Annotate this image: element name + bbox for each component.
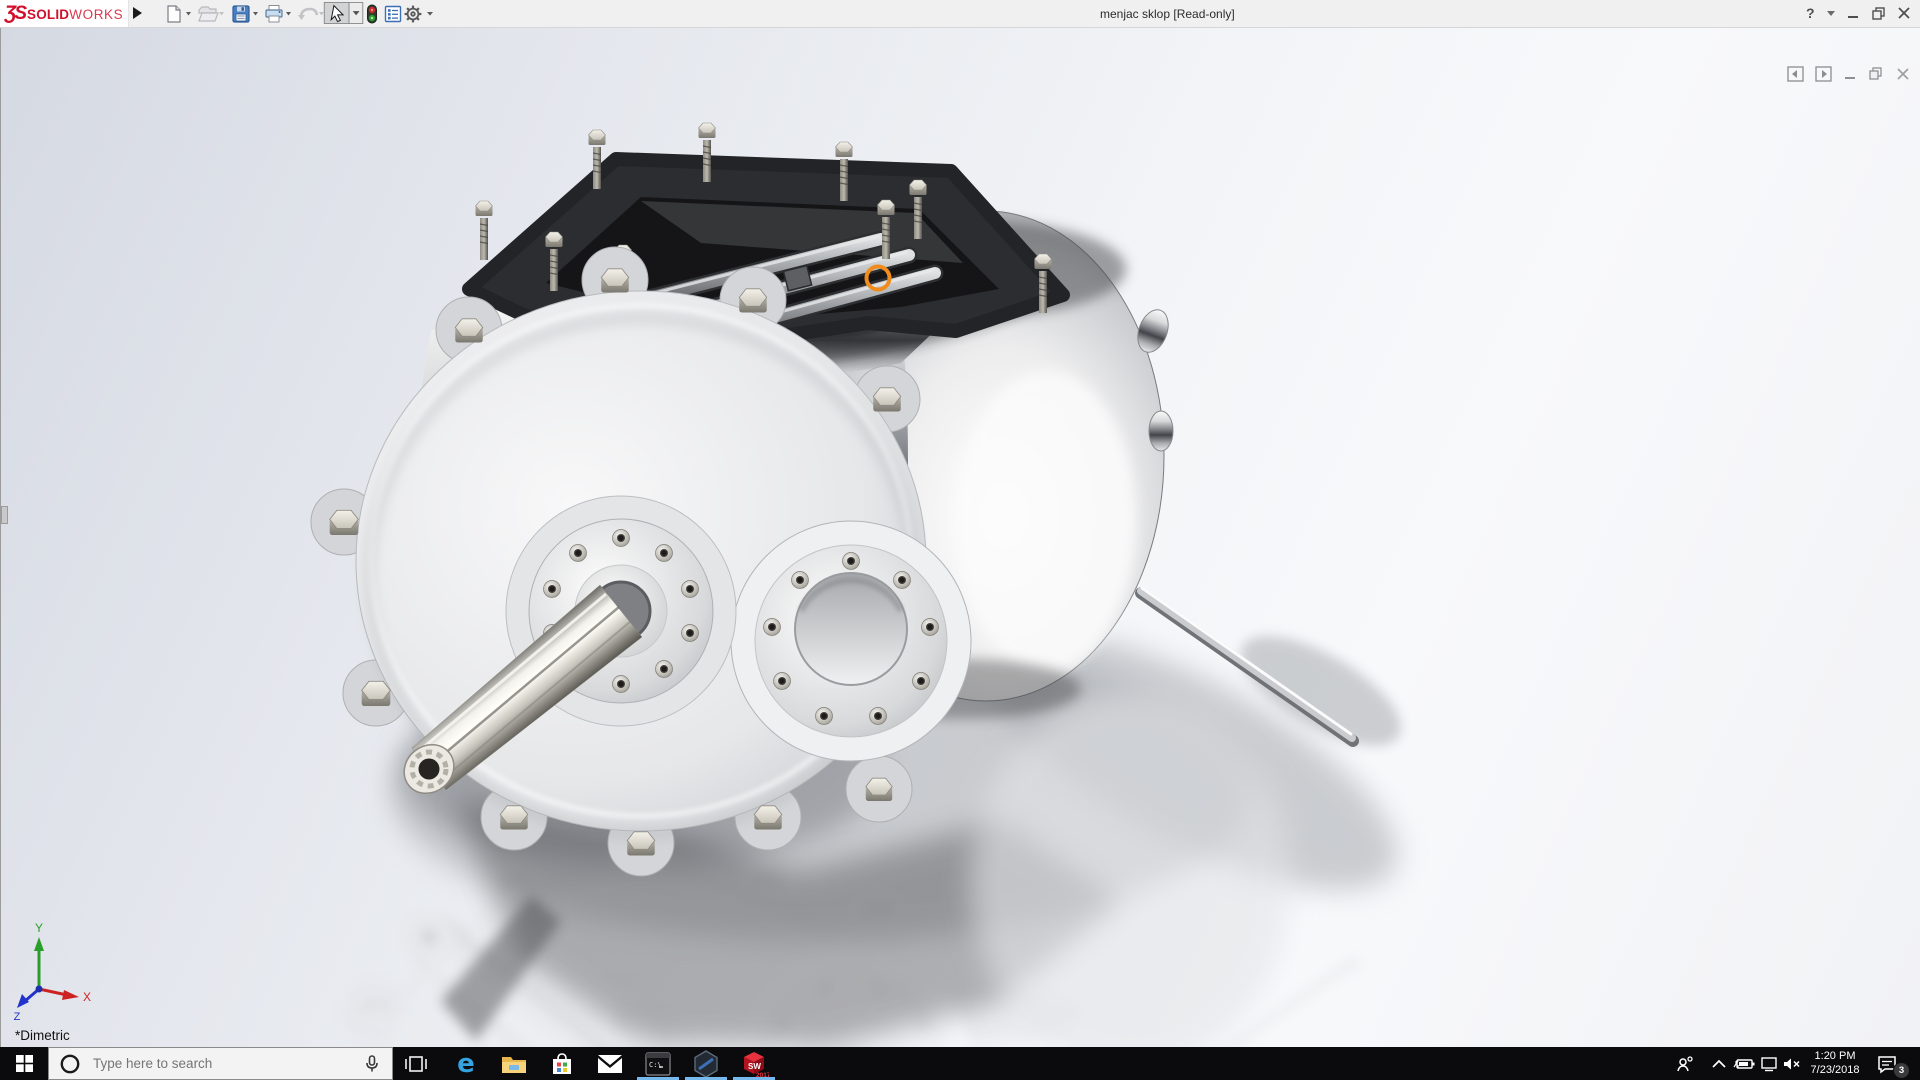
undo-icon (298, 7, 324, 20)
volume-muted-icon (1784, 1058, 1800, 1069)
taskbar-file-explorer[interactable] (490, 1047, 538, 1080)
taskbar-edge[interactable]: e (442, 1047, 490, 1080)
close-icon[interactable] (1896, 4, 1912, 22)
taskbar-command-prompt[interactable]: C:\ (634, 1047, 682, 1080)
notification-count-badge[interactable]: 3 (1893, 1062, 1910, 1079)
people-button[interactable] (1672, 1047, 1698, 1080)
properties-list-icon[interactable] (382, 3, 404, 25)
help-dropdown-icon[interactable] (1826, 9, 1836, 17)
select-cursor-icon[interactable] (322, 2, 366, 24)
taskbar-solidworks[interactable]: SW 2017 (730, 1047, 778, 1080)
view-orientation-label: *Dimetric (15, 1028, 70, 1043)
search-input[interactable] (91, 1055, 345, 1072)
open-icon (198, 6, 224, 22)
windows-taskbar: e (0, 1047, 1920, 1080)
view-stoplight-icon[interactable] (361, 3, 383, 25)
triad-x-label: X (83, 990, 91, 1004)
cortana-icon[interactable] (59, 1053, 81, 1075)
triad-y-label: Y (35, 921, 43, 935)
command-prompt-icon: C:\ (645, 1051, 671, 1076)
taskbar-hexagon-app[interactable] (682, 1047, 730, 1080)
tray-date: 7/23/2018 (1810, 1063, 1860, 1076)
title-bar: ƷS SOLIDWORKS menjac sklop [Read-only] ? (0, 0, 1920, 28)
brand-works: WORKS (69, 6, 124, 22)
windows-logo-icon (15, 1055, 33, 1072)
mail-icon (598, 1054, 622, 1073)
store-icon (553, 1052, 571, 1074)
solidworks-2017-icon: SW 2017 (744, 1051, 769, 1079)
start-button[interactable] (0, 1047, 48, 1080)
options-gear-icon[interactable] (402, 3, 436, 25)
edge-icon: e (457, 1050, 475, 1078)
tray-overflow-button[interactable] (1706, 1047, 1732, 1080)
hexagon-app-icon (694, 1049, 718, 1078)
tray-clock[interactable]: 1:20 PM 7/23/2018 (1800, 1050, 1870, 1077)
print-icon[interactable] (262, 3, 292, 25)
help-icon[interactable]: ? (1806, 5, 1815, 21)
svg-text:SW: SW (748, 1062, 761, 1071)
solidworks-logo: ƷS SOLIDWORKS (0, 0, 129, 27)
taskbar-mail[interactable] (586, 1047, 634, 1080)
tray-time: 1:20 PM (1814, 1050, 1856, 1062)
taskbar-store[interactable] (538, 1047, 586, 1080)
file-explorer-icon (502, 1056, 526, 1073)
network-icon (1761, 1056, 1777, 1071)
task-view-button[interactable] (392, 1047, 440, 1080)
battery-button[interactable] (1731, 1047, 1757, 1080)
orientation-triad: Y X Z (14, 921, 91, 1023)
svg-text:e: e (457, 1050, 475, 1078)
svg-text:C:\: C:\ (649, 1061, 662, 1069)
brand-solid: SOLID (27, 6, 70, 22)
taskbar-search[interactable] (48, 1047, 393, 1080)
gearbox-3d-model[interactable]: Y X Z (1, 28, 1920, 1047)
people-icon (1677, 1055, 1693, 1071)
window-title: menjac sklop [Read-only] (1100, 7, 1235, 21)
chevron-up-icon (1712, 1059, 1726, 1068)
triad-z-label: Z (14, 1011, 21, 1023)
menu-flyout-icon[interactable] (131, 5, 143, 21)
restore-icon[interactable] (1871, 4, 1887, 22)
microphone-icon[interactable] (364, 1054, 380, 1074)
solidworks-mark-icon: ƷS (4, 2, 27, 24)
battery-icon (1733, 1058, 1755, 1069)
new-document-icon[interactable] (162, 3, 192, 25)
save-icon[interactable] (229, 3, 259, 25)
solidworks-window: ƷS SOLIDWORKS menjac sklop [Read-only] ?… (0, 0, 1920, 1080)
graphics-viewport[interactable]: Y X Z *Dimetric (0, 28, 1920, 1047)
minimize-icon[interactable] (1846, 4, 1860, 22)
task-view-icon (405, 1055, 427, 1072)
